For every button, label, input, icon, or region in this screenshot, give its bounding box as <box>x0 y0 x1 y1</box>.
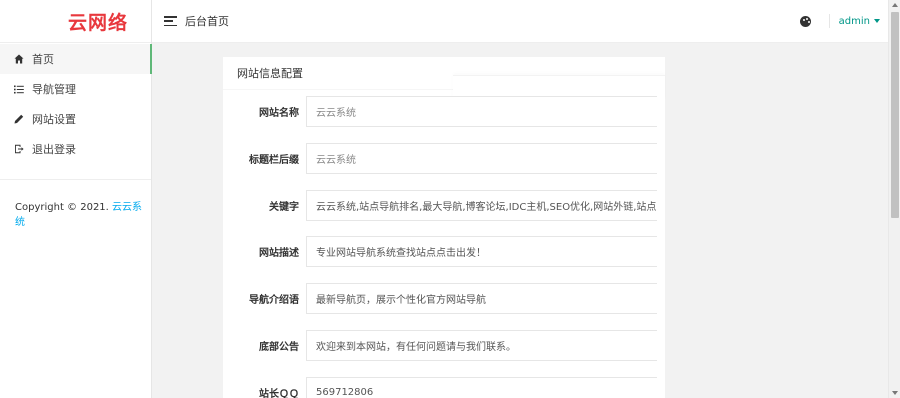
scroll-up-icon[interactable] <box>892 3 898 7</box>
form-row-description: 网站描述 专业网站导航系统查找站点点击出发！ <box>223 236 665 267</box>
form-row-title-suffix: 标题栏后缀 云云系统 <box>223 143 665 174</box>
logo-text: 云网络 <box>68 11 129 34</box>
sidebar-menu: 首页 导航管理 网站设置 退出登录 <box>0 43 152 164</box>
description-input[interactable]: 专业网站导航系统查找站点点击出发！ <box>306 236 657 267</box>
nav-intro-input[interactable]: 最新导航页，展示个性化官方网站导航 <box>306 283 657 314</box>
sidebar-item-logout[interactable]: 退出登录 <box>0 134 151 164</box>
sidebar-item-label: 网站设置 <box>32 113 76 126</box>
sidebar-item-nav-manage[interactable]: 导航管理 <box>0 74 151 104</box>
chevron-down-icon <box>874 19 880 23</box>
copyright: Copyright © 2021. 云云系统 <box>0 180 151 228</box>
sidebar-item-site-settings[interactable]: 网站设置 <box>0 104 151 134</box>
sidebar: 云网络 首页 导航管理 网站设置 退出登录 Copyright © 2021. … <box>0 0 152 398</box>
page-scrollbar[interactable] <box>888 0 900 398</box>
field-label: 站长ＱＱ <box>259 389 299 398</box>
top-header: 后台首页 admin <box>152 0 888 43</box>
form-row-nav-intro: 导航介绍语 最新导航页，展示个性化官方网站导航 <box>223 283 665 314</box>
sidebar-item-label: 退出登录 <box>32 143 76 156</box>
menu-toggle-icon[interactable] <box>164 16 177 26</box>
site-name-input[interactable]: 云云系统 <box>306 96 657 127</box>
field-label: 标题栏后缀 <box>249 155 299 166</box>
field-label: 底部公告 <box>259 342 299 353</box>
field-label: 网站描述 <box>259 248 299 259</box>
admin-qq-input[interactable]: 569712806 <box>306 377 657 398</box>
logout-icon <box>14 144 32 154</box>
scrollbar-thumb[interactable] <box>891 12 899 218</box>
logo[interactable]: 云网络 <box>0 0 151 43</box>
scroll-down-icon[interactable] <box>892 391 898 395</box>
form-row-admin-qq: 站长ＱＱ 569712806 <box>223 377 665 398</box>
field-label: 导航介绍语 <box>249 295 299 306</box>
sidebar-item-label: 首页 <box>32 53 54 66</box>
username: admin <box>838 15 870 27</box>
title-suffix-input[interactable]: 云云系统 <box>306 143 657 174</box>
header-right: admin <box>799 14 880 28</box>
palette-icon[interactable] <box>799 15 811 27</box>
footer-notice-input[interactable]: 欢迎来到本网站，有任何问题请与我们联系。 <box>306 330 657 361</box>
form-row-site-name: 网站名称 云云系统 <box>223 96 665 127</box>
keywords-input[interactable]: 云云系统,站点导航排名,最大导航,博客论坛,IDC主机,SEO优化,网站外链,站… <box>306 190 657 221</box>
sidebar-item-label: 导航管理 <box>32 83 76 96</box>
field-label: 网站名称 <box>259 108 299 119</box>
form-row-footer-notice: 底部公告 欢迎来到本网站，有任何问题请与我们联系。 <box>223 330 665 361</box>
page-title: 后台首页 <box>185 15 229 28</box>
header-divider <box>828 14 830 28</box>
user-menu[interactable]: admin <box>839 16 880 27</box>
home-icon <box>14 54 32 64</box>
copyright-text: Copyright © 2021. <box>15 202 109 213</box>
pencil-icon <box>14 114 32 124</box>
form-row-keywords: 关键字 云云系统,站点导航排名,最大导航,博客论坛,IDC主机,SEO优化,网站… <box>223 190 665 221</box>
field-label: 关键字 <box>269 202 299 213</box>
site-config-card: 网站信息配置 网站名称 云云系统 标题栏后缀 云云系统 关键字 云云系统,站点导… <box>223 57 665 398</box>
list-icon <box>14 85 32 94</box>
sidebar-item-home[interactable]: 首页 <box>0 44 152 74</box>
